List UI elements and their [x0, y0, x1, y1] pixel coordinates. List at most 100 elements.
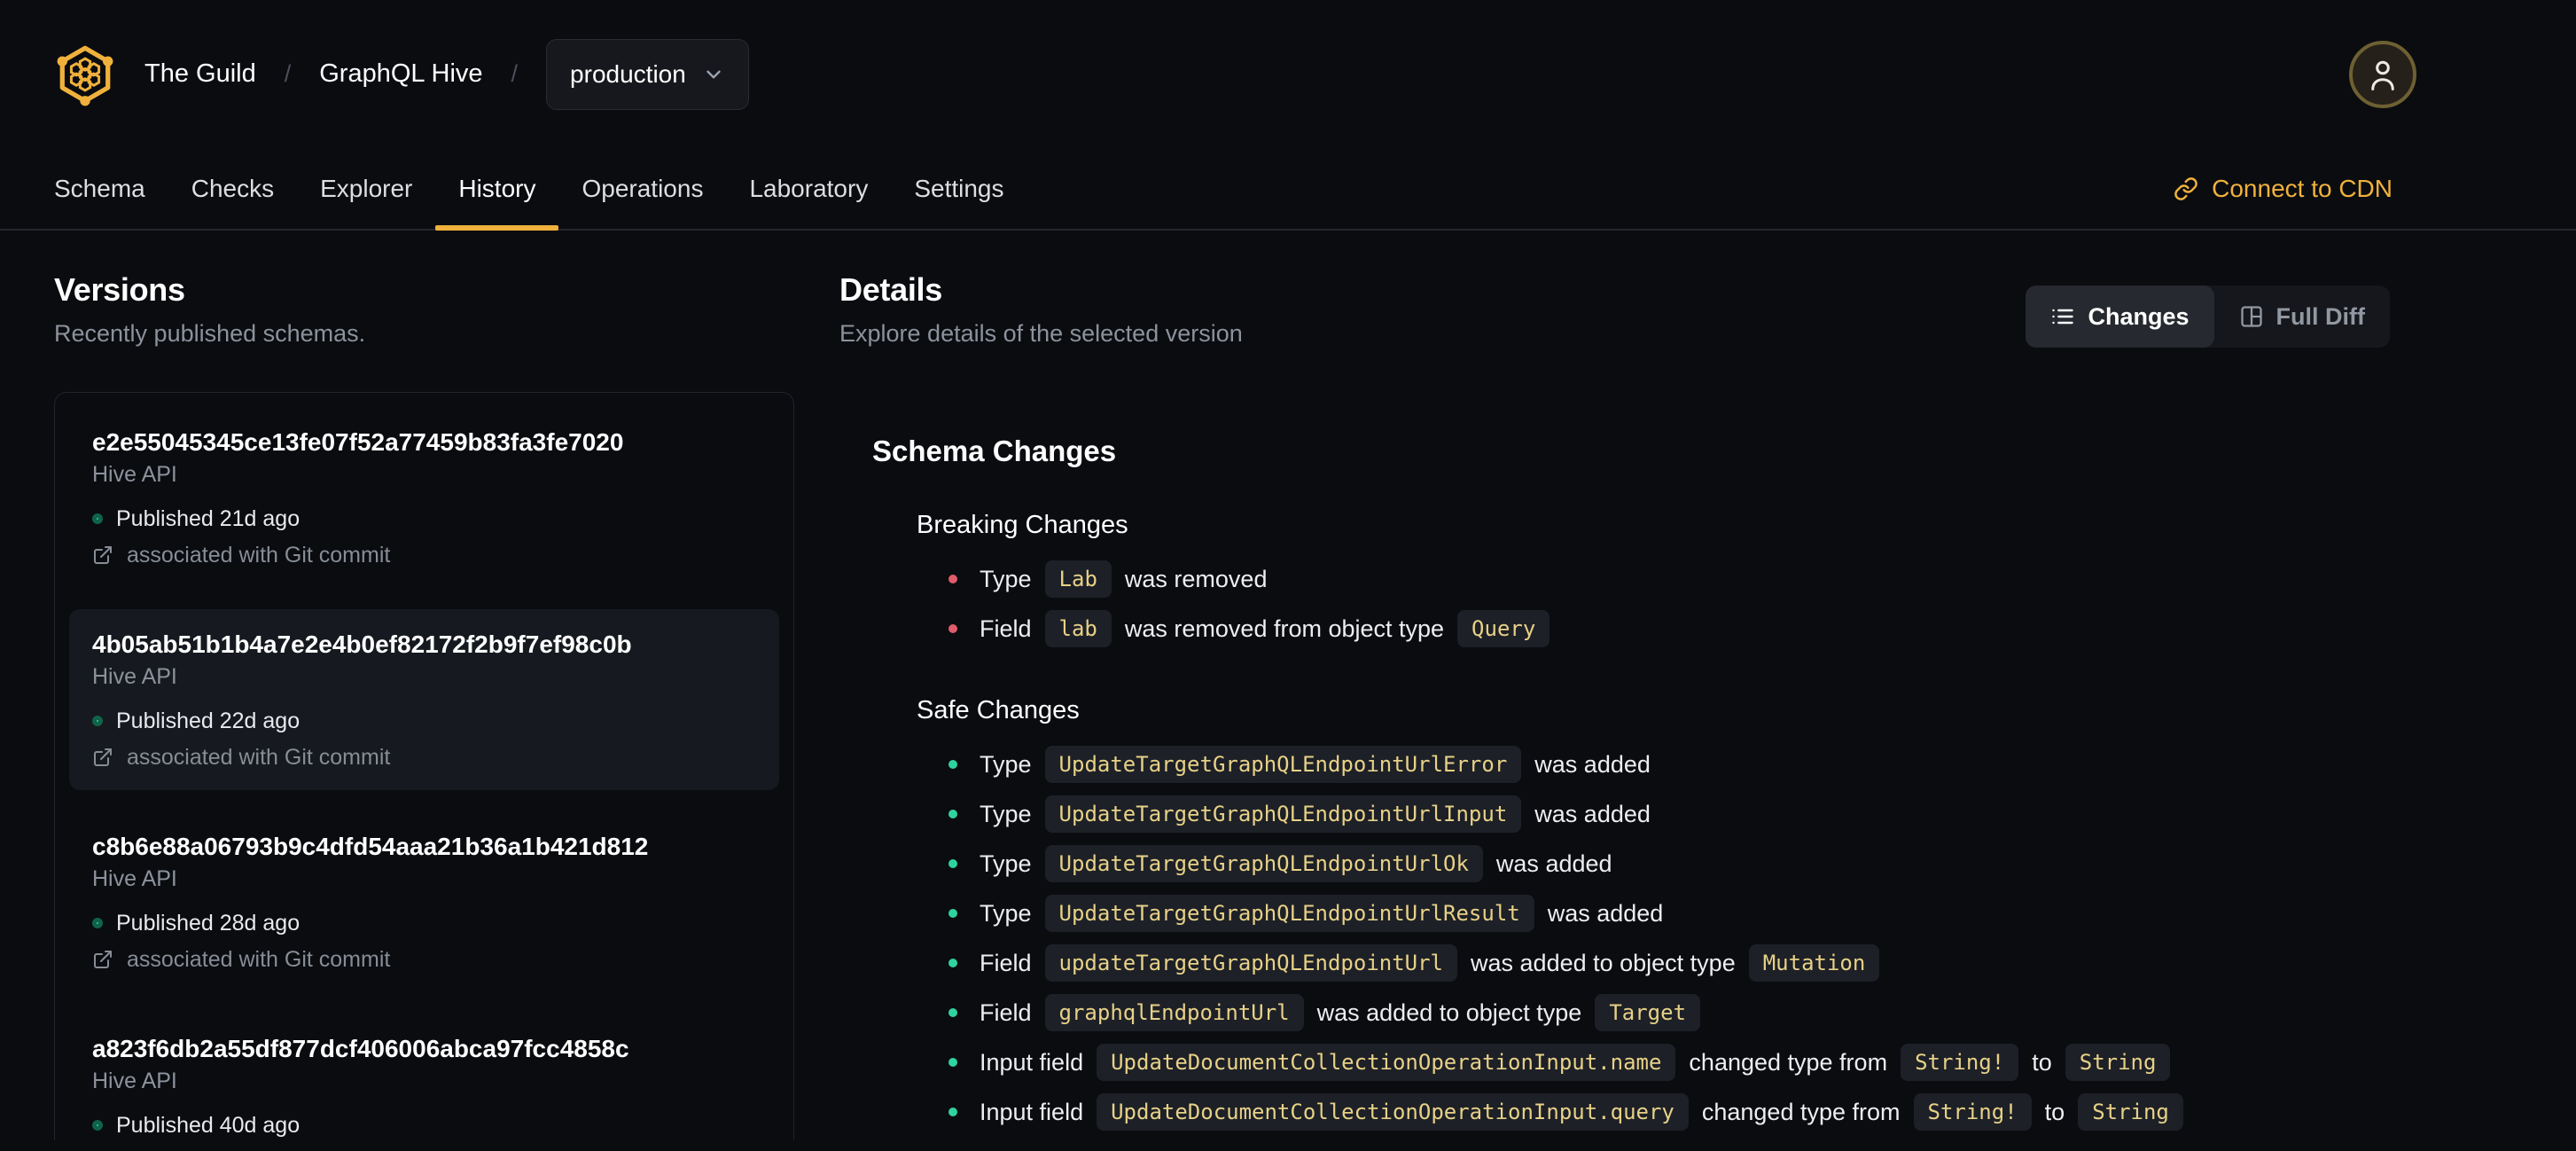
published-row: Published 28d ago [92, 910, 756, 936]
connect-cdn-link[interactable]: Connect to CDN [2174, 175, 2393, 203]
safe-bullet-icon [948, 1108, 957, 1116]
change-row: Field updateTargetGraphQLEndpointUrl was a… [948, 938, 2390, 988]
version-card[interactable]: a823f6db2a55df877dcf406006abca97fcc4858c… [69, 1014, 779, 1140]
breadcrumb-project[interactable]: GraphQL Hive [319, 59, 482, 89]
user-avatar[interactable] [2349, 40, 2416, 108]
breadcrumb-org[interactable]: The Guild [144, 59, 256, 89]
version-service: Hive API [92, 866, 177, 891]
change-code-badge: UpdateDocumentCollectionOperationInput.q… [1097, 1093, 1689, 1131]
changes-button[interactable]: Changes [2026, 286, 2214, 348]
change-text: was added to object type [1316, 998, 1582, 1026]
schema-changes-title: Schema Changes [872, 435, 1117, 467]
change-code-badge: String [2065, 1044, 2171, 1081]
change-row: Input field UpdateDocumentCollectionOpera… [948, 1037, 2390, 1087]
tab-operations[interactable]: Operations [558, 148, 726, 229]
change-code-badge: Query [1457, 610, 1550, 647]
change-code-badge: UpdateTargetGraphQLEndpointUrlOk [1044, 845, 1483, 882]
tab-explorer[interactable]: Explorer [297, 148, 435, 229]
git-commit-link[interactable]: associated with Git commit [92, 947, 756, 972]
versions-list: e2e55045345ce13fe07f52a77459b83fa3fe7020… [54, 392, 794, 1140]
schema-changes: Schema Changes Breaking Changes Type Lab wa… [839, 435, 2390, 1137]
split-panel-icon [2240, 306, 2262, 327]
full-diff-button[interactable]: Full Diff [2214, 286, 2390, 348]
change-text: was removed from object type [1124, 615, 1445, 642]
tab-laboratory[interactable]: Laboratory [726, 148, 891, 229]
target-selector[interactable]: production [546, 38, 749, 110]
change-text: was added to object type [1471, 949, 1736, 976]
version-service: Hive API [92, 664, 177, 689]
external-link-icon [94, 748, 112, 766]
published-text: Published 22d ago [116, 708, 301, 733]
details-subtitle: Explore details of the selected version [839, 320, 1243, 347]
change-text: was added [1547, 899, 1664, 927]
details-heading-block: Details Explore details of the selected … [839, 271, 1243, 348]
link-icon [2174, 176, 2197, 200]
tab-history[interactable]: History [435, 148, 559, 231]
chevron-down-icon [706, 70, 721, 78]
tab-settings[interactable]: Settings [891, 148, 1026, 229]
list-icon [2052, 309, 2074, 325]
git-commit-text: associated with Git commit [127, 542, 391, 568]
change-section-title: Breaking Changes [917, 511, 1128, 539]
published-text: Published 40d ago [116, 1112, 301, 1138]
published-dot-icon [92, 716, 103, 726]
safe-bullet-icon [948, 909, 957, 918]
header-top: The Guild / GraphQL Hive / production [0, 0, 2576, 148]
full-diff-button-label: Full Diff [2275, 302, 2365, 330]
change-code-badge: String! [1913, 1093, 2032, 1131]
hive-logo[interactable] [54, 42, 116, 107]
tab-schema[interactable]: Schema [31, 148, 168, 229]
user-icon [2371, 60, 2394, 90]
git-commit-link[interactable]: associated with Git commit [92, 744, 756, 770]
safe-bullet-icon [948, 810, 957, 818]
details-panel: Details Explore details of the selected … [839, 271, 2390, 1140]
change-text: Type [980, 899, 1032, 927]
version-service: Hive API [92, 462, 177, 487]
change-row: Field lab was removed from object type Quer… [948, 604, 2390, 654]
safe-bullet-icon [948, 959, 957, 967]
main-content: Versions Recently published schemas. e2e… [0, 231, 2576, 1140]
tab-checks[interactable]: Checks [168, 148, 297, 229]
versions-subtitle: Recently published schemas. [54, 320, 366, 347]
change-code-badge: lab [1044, 610, 1112, 647]
published-row: Published 21d ago [92, 506, 756, 531]
change-list: Type UpdateTargetGraphQLEndpointUrlError w… [917, 740, 2390, 1137]
breadcrumb-separator: / [284, 60, 292, 87]
git-commit-text: associated with Git commit [127, 744, 391, 770]
change-list: Type Lab was removed Field lab was removed fr… [917, 554, 2390, 654]
version-card[interactable]: c8b6e88a06793b9c4dfd54aaa21b36a1b421d812… [69, 811, 779, 992]
hive-hexagon-icon [57, 45, 113, 106]
connect-cdn-label: Connect to CDN [2212, 174, 2393, 202]
safe-bullet-icon [948, 1008, 957, 1017]
version-hash: e2e55045345ce13fe07f52a77459b83fa3fe7020 [92, 428, 624, 456]
change-code-badge: String [2078, 1093, 2183, 1131]
change-row: Field graphqlEndpointUrl was added to obje… [948, 988, 2390, 1037]
tabs-row: Schema Checks Explorer History Operations Lab… [0, 148, 2576, 231]
change-text: Type [980, 750, 1032, 778]
change-text: to [2032, 1048, 2052, 1076]
change-row: Type UpdateTargetGraphQLEndpointUrlResult… [948, 889, 2390, 938]
breadcrumb-separator: / [511, 60, 519, 87]
safe-bullet-icon [948, 859, 957, 868]
change-text: Type [980, 850, 1032, 877]
version-card[interactable]: e2e55045345ce13fe07f52a77459b83fa3fe7020… [69, 407, 779, 588]
change-row: Input field UpdateDocumentCollectionOpera… [948, 1087, 2390, 1137]
published-text: Published 28d ago [116, 910, 301, 936]
version-hash: 4b05ab51b1b4a7e2e4b0ef82172f2b9f7ef98c0b [92, 630, 632, 658]
change-text: Type [980, 565, 1032, 592]
change-text: was added [1495, 850, 1612, 877]
change-text: was added [1534, 750, 1651, 778]
change-row: Type UpdateTargetGraphQLEndpointUrlInput w… [948, 789, 2390, 839]
external-link-icon [94, 546, 112, 564]
version-card[interactable]: 4b05ab51b1b4a7e2e4b0ef82172f2b9f7ef98c0b… [69, 609, 779, 790]
versions-panel: Versions Recently published schemas. e2e… [54, 271, 794, 1140]
git-commit-link[interactable]: associated with Git commit [92, 542, 756, 568]
change-code-badge: Target [1595, 994, 1701, 1031]
published-dot-icon [92, 918, 103, 928]
change-code-badge: UpdateTargetGraphQLEndpointUrlError [1044, 746, 1522, 783]
change-row: Type UpdateTargetGraphQLEndpointUrlOk was … [948, 839, 2390, 889]
change-code-badge: UpdateTargetGraphQLEndpointUrlResult [1044, 895, 1534, 932]
details-title: Details [839, 271, 942, 308]
version-hash: a823f6db2a55df877dcf406006abca97fcc4858c [92, 1035, 629, 1062]
change-code-badge: Lab [1044, 560, 1112, 598]
